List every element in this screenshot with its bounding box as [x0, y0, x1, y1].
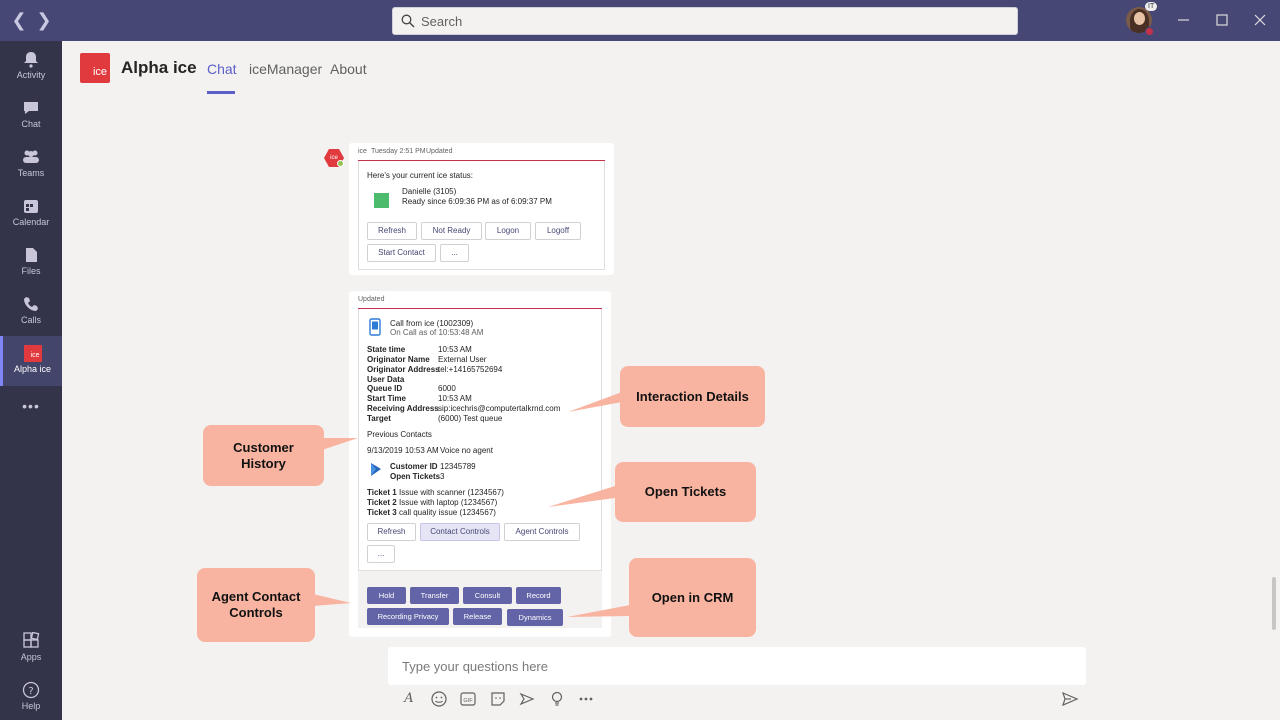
send-icon[interactable]	[1061, 690, 1079, 708]
format-icon[interactable]: A	[400, 690, 418, 708]
sticker-icon[interactable]	[489, 690, 507, 708]
gif-icon[interactable]: GIF	[459, 690, 477, 708]
more-icon[interactable]	[577, 690, 595, 708]
callout-interaction-details: Interaction Details	[620, 366, 765, 427]
callout-open-tickets: Open Tickets	[615, 462, 756, 522]
callout-agent-contact-controls: Agent Contact Controls	[197, 568, 315, 642]
message-compose-box[interactable]: Type your questions here	[388, 647, 1086, 685]
meet-now-icon[interactable]	[518, 690, 536, 708]
praise-icon[interactable]	[548, 690, 566, 708]
scrollbar[interactable]	[1272, 577, 1276, 630]
svg-text:GIF: GIF	[463, 698, 473, 704]
emoji-icon[interactable]	[430, 690, 448, 708]
callout-customer-history: Customer History	[203, 425, 324, 486]
compose-placeholder: Type your questions here	[402, 659, 548, 674]
callout-open-in-crm: Open in CRM	[629, 558, 756, 637]
